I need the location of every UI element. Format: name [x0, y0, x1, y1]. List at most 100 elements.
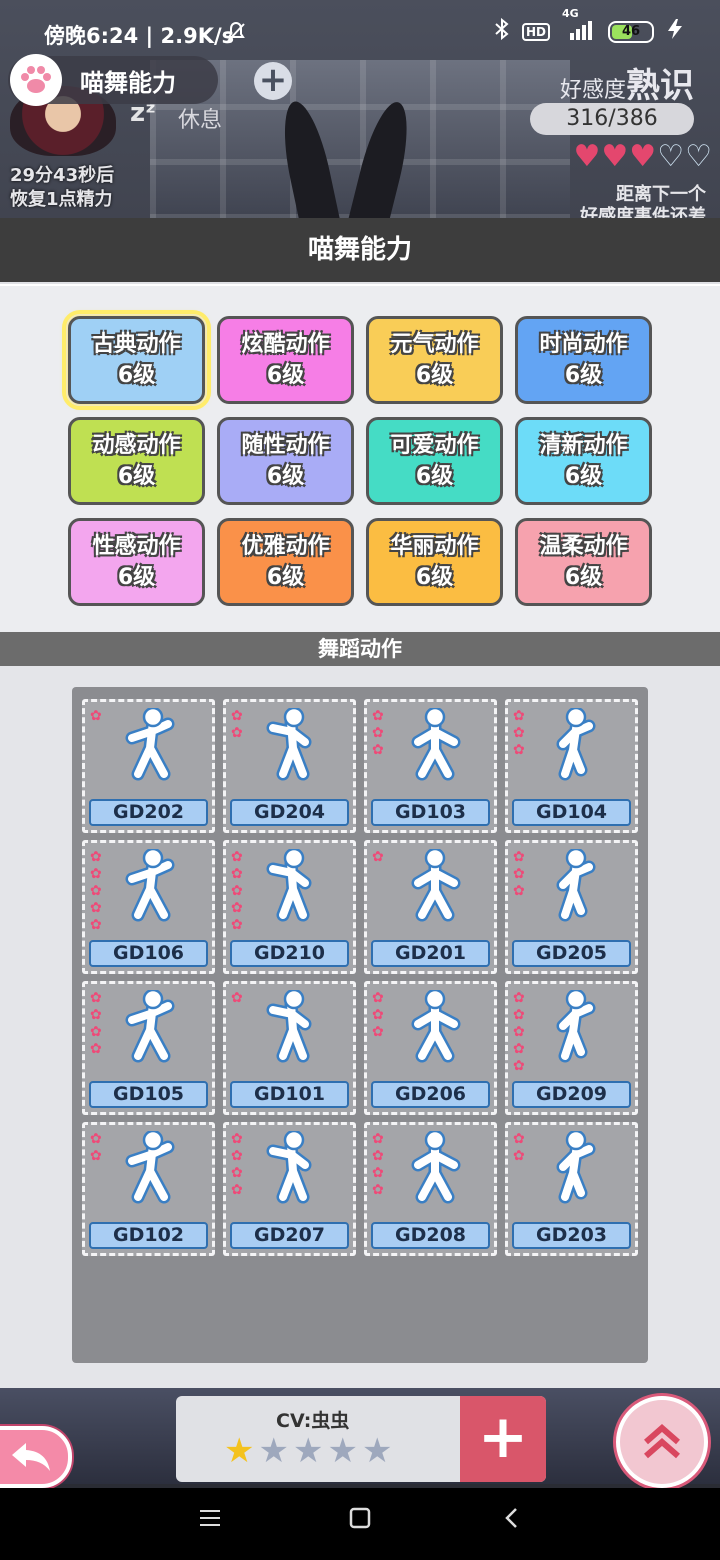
star-icon: ✿: [90, 1024, 102, 1040]
move-code-label: GD203: [512, 1222, 631, 1249]
star-icon: ★: [327, 1431, 358, 1471]
move-rarity-stars: ✿ ✿ ✿ ✿: [90, 990, 102, 1057]
back-button[interactable]: [0, 1426, 72, 1488]
dance-move-card[interactable]: ✿ ✿ ✿ GD205: [505, 840, 638, 974]
ability-name: 可爱动作: [390, 433, 479, 458]
ability-card[interactable]: 性感动作 6级: [68, 518, 205, 606]
star-icon: ✿: [372, 1165, 384, 1181]
ability-name: 优雅动作: [241, 534, 330, 559]
move-code-label: GD101: [230, 1081, 349, 1108]
add-energy-button[interactable]: +: [254, 62, 292, 100]
favor-level: 熟识: [626, 66, 694, 106]
star-icon: ✿: [372, 725, 384, 741]
star-icon: ✿: [372, 708, 384, 724]
dancer-figure-icon: [266, 708, 312, 781]
dance-move-card[interactable]: ✿ ✿ ✿ ✿ ✿ GD106: [82, 840, 215, 974]
move-rarity-stars: ✿ ✿ ✿ ✿: [231, 1131, 243, 1198]
dance-move-card[interactable]: ✿ GD202: [82, 699, 215, 833]
move-code-label: GD206: [371, 1081, 490, 1108]
menu-icon[interactable]: [198, 1504, 222, 1537]
ability-card[interactable]: 时尚动作 6级: [515, 316, 652, 404]
ability-card[interactable]: 优雅动作 6级: [217, 518, 354, 606]
dance-move-card[interactable]: ✿ ✿ GD203: [505, 1122, 638, 1256]
move-code-label: GD209: [512, 1081, 631, 1108]
mute-bell-icon: [224, 20, 248, 49]
expand-up-button[interactable]: [616, 1396, 708, 1488]
ability-card[interactable]: 元气动作 6级: [366, 316, 503, 404]
dancer-figure-icon: [556, 849, 596, 922]
ability-card[interactable]: 清新动作 6级: [515, 417, 652, 505]
star-icon: ✿: [231, 883, 243, 899]
ability-name: 清新动作: [539, 433, 628, 458]
star-icon: ✿: [513, 1024, 525, 1040]
ability-card[interactable]: 炫酷动作 6级: [217, 316, 354, 404]
dance-move-card[interactable]: ✿ GD201: [364, 840, 497, 974]
dance-move-card[interactable]: ✿ ✿ ✿ ✿ GD207: [223, 1122, 356, 1256]
dance-move-card[interactable]: ✿ ✿ ✿ GD104: [505, 699, 638, 833]
screen-title: 喵舞能力: [80, 68, 176, 97]
back-chevron-icon[interactable]: [500, 1504, 524, 1537]
move-rarity-stars: ✿ ✿ ✿: [513, 708, 525, 758]
home-square-icon[interactable]: [348, 1504, 372, 1537]
dance-move-card[interactable]: ✿ ✿ ✿ GD206: [364, 981, 497, 1115]
dance-move-grid: ✿ GD202 ✿ ✿ GD204 ✿ ✿ ✿ GD103 ✿ ✿ ✿ GD104 ✿ ✿ ✿ ✿ ✿ GD106 ✿…: [82, 699, 638, 1256]
move-code-label: GD204: [230, 799, 349, 826]
star-icon: ✿: [372, 1182, 384, 1198]
star-icon: ✿: [513, 1007, 525, 1023]
move-rarity-stars: ✿ ✿ ✿: [372, 708, 384, 758]
move-rarity-stars: ✿: [372, 849, 384, 865]
star-icon: ✿: [513, 883, 525, 899]
heart-icon: ♥: [601, 139, 629, 174]
ability-level: 6级: [266, 565, 305, 590]
star-icon: ✿: [513, 1058, 525, 1074]
star-icon: ✿: [372, 1131, 384, 1147]
dance-move-card[interactable]: ✿ ✿ ✿ ✿ ✿ GD209: [505, 981, 638, 1115]
ability-card[interactable]: 随性动作 6级: [217, 417, 354, 505]
ability-level: 6级: [415, 464, 454, 489]
star-icon: ✿: [372, 849, 384, 865]
ability-card[interactable]: 华丽动作 6级: [366, 518, 503, 606]
dance-move-card[interactable]: ✿ ✿ ✿ ✿ ✿ GD210: [223, 840, 356, 974]
bluetooth-icon: [494, 17, 510, 45]
move-rarity-stars: ✿ ✿: [231, 708, 243, 741]
dance-move-card[interactable]: ✿ ✿ ✿ GD103: [364, 699, 497, 833]
move-code-label: GD205: [512, 940, 631, 967]
system-nav-bar: [0, 1488, 720, 1560]
move-code-label: GD105: [89, 1081, 208, 1108]
ability-card[interactable]: 古典动作 6级: [62, 310, 211, 410]
cv-plus-button[interactable]: +: [460, 1396, 546, 1482]
ability-name: 时尚动作: [539, 332, 628, 357]
star-icon: ✿: [372, 1024, 384, 1040]
move-rarity-stars: ✿ ✿: [513, 1131, 525, 1164]
dance-move-card[interactable]: ✿ ✿ GD204: [223, 699, 356, 833]
move-code-label: GD208: [371, 1222, 490, 1249]
star-icon: ★: [292, 1431, 324, 1471]
star-icon: ✿: [372, 742, 384, 758]
dance-move-card[interactable]: ✿ GD101: [223, 981, 356, 1115]
star-icon: ✿: [90, 1041, 102, 1057]
star-icon: ✿: [372, 990, 384, 1006]
ability-card[interactable]: 动感动作 6级: [68, 417, 205, 505]
star-icon: ✿: [90, 900, 102, 916]
dance-move-card[interactable]: ✿ ✿ ✿ ✿ GD105: [82, 981, 215, 1115]
ability-level: 6级: [564, 565, 603, 590]
sleep-icon: zᶻ: [130, 98, 156, 128]
ability-card[interactable]: 可爱动作 6级: [366, 417, 503, 505]
ability-grid: 古典动作 6级 炫酷动作 6级 元气动作 6级 时尚动作 6级 动感动作 6级 随性动作 6级 可爱动作…: [62, 310, 652, 606]
dance-move-card[interactable]: ✿ ✿ GD102: [82, 1122, 215, 1256]
dancer-figure-icon: [411, 990, 461, 1063]
star-icon: ✿: [90, 866, 102, 882]
dancer-figure-icon: [556, 990, 596, 1063]
heart-icon: ♡: [685, 139, 712, 174]
cv-rating: ★ ★ ★ ★ ★: [224, 1434, 392, 1468]
status-time: 傍晚6:24 | 2.9K/s: [44, 24, 235, 48]
status-bar: 傍晚6:24 | 2.9K/s HD 4G 46: [0, 0, 720, 64]
star-icon: ✿: [231, 1165, 243, 1181]
dancer-figure-icon: [266, 990, 312, 1063]
ability-card[interactable]: 温柔动作 6级: [515, 518, 652, 606]
dance-move-card[interactable]: ✿ ✿ ✿ ✿ GD208: [364, 1122, 497, 1256]
favor-hearts: ♥ ♥ ♥ ♡ ♡: [573, 142, 712, 172]
move-code-label: GD106: [89, 940, 208, 967]
star-icon: ✿: [231, 917, 243, 933]
cv-label: CV:虫虫: [276, 1410, 350, 1432]
